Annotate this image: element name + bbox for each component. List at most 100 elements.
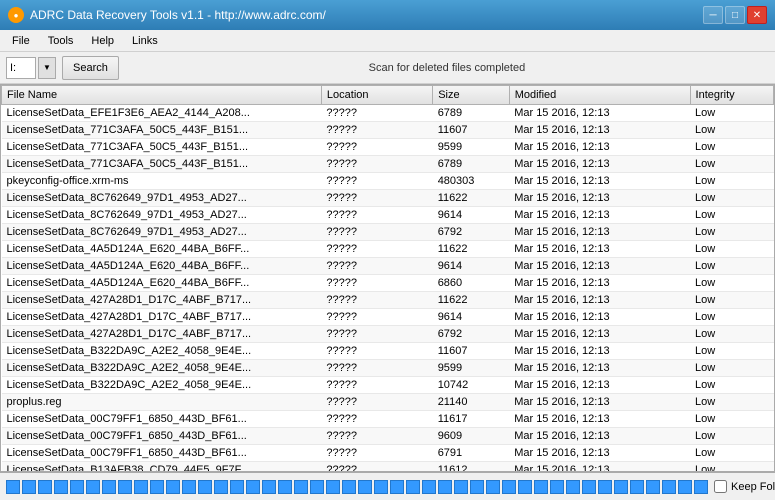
table-row[interactable]: LicenseSetData_B13AFB38_CD79_44E5_9F7F..… bbox=[2, 462, 774, 472]
table-cell: Low bbox=[690, 207, 773, 224]
table-row[interactable]: LicenseSetData_8C762649_97D1_4953_AD27..… bbox=[2, 224, 774, 241]
table-row[interactable]: LicenseSetData_00C79FF1_6850_443D_BF61..… bbox=[2, 445, 774, 462]
progress-segment bbox=[198, 480, 212, 494]
drive-combo[interactable]: ▼ bbox=[6, 57, 56, 79]
table-row[interactable]: proplus.reg?????21140Mar 15 2016, 12:13L… bbox=[2, 394, 774, 411]
table-cell: LicenseSetData_771C3AFA_50C5_443F_B151..… bbox=[2, 122, 322, 139]
progress-segment bbox=[230, 480, 244, 494]
table-row[interactable]: LicenseSetData_427A28D1_D17C_4ABF_B717..… bbox=[2, 309, 774, 326]
progress-segment bbox=[310, 480, 324, 494]
table-cell: ????? bbox=[321, 122, 432, 139]
maximize-button[interactable]: □ bbox=[725, 6, 745, 24]
col-header-location[interactable]: Location bbox=[321, 86, 432, 105]
col-header-filename[interactable]: File Name bbox=[2, 86, 322, 105]
table-cell: LicenseSetData_427A28D1_D17C_4ABF_B717..… bbox=[2, 292, 322, 309]
progress-segment bbox=[566, 480, 580, 494]
table-cell: Low bbox=[690, 173, 773, 190]
table-cell: ????? bbox=[321, 207, 432, 224]
table-cell: 9599 bbox=[433, 360, 510, 377]
menu-links[interactable]: Links bbox=[124, 33, 166, 49]
minimize-button[interactable]: ─ bbox=[703, 6, 723, 24]
progress-segment bbox=[534, 480, 548, 494]
col-header-integrity[interactable]: Integrity bbox=[690, 86, 773, 105]
drive-input[interactable] bbox=[6, 57, 36, 79]
table-row[interactable]: LicenseSetData_4A5D124A_E620_44BA_B6FF..… bbox=[2, 241, 774, 258]
table-cell: 9614 bbox=[433, 258, 510, 275]
table-row[interactable]: LicenseSetData_771C3AFA_50C5_443F_B151..… bbox=[2, 122, 774, 139]
progress-segment bbox=[598, 480, 612, 494]
progress-segment bbox=[438, 480, 452, 494]
table-row[interactable]: LicenseSetData_427A28D1_D17C_4ABF_B717..… bbox=[2, 326, 774, 343]
table-cell: 11617 bbox=[433, 411, 510, 428]
table-cell: 9614 bbox=[433, 309, 510, 326]
drive-dropdown-arrow[interactable]: ▼ bbox=[38, 57, 56, 79]
table-cell: LicenseSetData_4A5D124A_E620_44BA_B6FF..… bbox=[2, 258, 322, 275]
table-cell: proplus.reg bbox=[2, 394, 322, 411]
table-cell: LicenseSetData_8C762649_97D1_4953_AD27..… bbox=[2, 190, 322, 207]
table-cell: Low bbox=[690, 241, 773, 258]
table-row[interactable]: LicenseSetData_4A5D124A_E620_44BA_B6FF..… bbox=[2, 258, 774, 275]
table-cell: Low bbox=[690, 258, 773, 275]
table-cell: 11622 bbox=[433, 190, 510, 207]
app-icon: ● bbox=[8, 7, 24, 23]
search-button[interactable]: Search bbox=[62, 56, 119, 80]
table-row[interactable]: pkeyconfig-office.xrm-ms?????480303Mar 1… bbox=[2, 173, 774, 190]
menu-help[interactable]: Help bbox=[83, 33, 122, 49]
title-bar-controls[interactable]: ─ □ ✕ bbox=[703, 6, 767, 24]
table-cell: ????? bbox=[321, 139, 432, 156]
table-cell: 6789 bbox=[433, 156, 510, 173]
table-cell: Low bbox=[690, 309, 773, 326]
table-body: LicenseSetData_EFE1F3E6_AEA2_4144_A208..… bbox=[2, 105, 774, 472]
table-row[interactable]: LicenseSetData_8C762649_97D1_4953_AD27..… bbox=[2, 207, 774, 224]
table-cell: ????? bbox=[321, 292, 432, 309]
table-row[interactable]: LicenseSetData_427A28D1_D17C_4ABF_B717..… bbox=[2, 292, 774, 309]
table-row[interactable]: LicenseSetData_8C762649_97D1_4953_AD27..… bbox=[2, 190, 774, 207]
table-cell: ????? bbox=[321, 156, 432, 173]
progress-segment bbox=[150, 480, 164, 494]
table-cell: Mar 15 2016, 12:13 bbox=[509, 139, 690, 156]
progress-segment bbox=[502, 480, 516, 494]
menu-bar: File Tools Help Links bbox=[0, 30, 775, 52]
table-cell: 6792 bbox=[433, 224, 510, 241]
progress-segment bbox=[118, 480, 132, 494]
table-cell: LicenseSetData_B322DA9C_A2E2_4058_9E4E..… bbox=[2, 360, 322, 377]
table-row[interactable]: LicenseSetData_4A5D124A_E620_44BA_B6FF..… bbox=[2, 275, 774, 292]
menu-file[interactable]: File bbox=[4, 33, 38, 49]
table-row[interactable]: LicenseSetData_B322DA9C_A2E2_4058_9E4E..… bbox=[2, 377, 774, 394]
table-cell: ????? bbox=[321, 462, 432, 472]
progress-segment bbox=[582, 480, 596, 494]
col-header-modified[interactable]: Modified bbox=[509, 86, 690, 105]
table-cell: 9614 bbox=[433, 207, 510, 224]
progress-segment bbox=[630, 480, 644, 494]
table-row[interactable]: LicenseSetData_00C79FF1_6850_443D_BF61..… bbox=[2, 411, 774, 428]
table-cell: Low bbox=[690, 275, 773, 292]
table-cell: ????? bbox=[321, 360, 432, 377]
table-cell: Mar 15 2016, 12:13 bbox=[509, 156, 690, 173]
table-row[interactable]: LicenseSetData_771C3AFA_50C5_443F_B151..… bbox=[2, 139, 774, 156]
table-row[interactable]: LicenseSetData_EFE1F3E6_AEA2_4144_A208..… bbox=[2, 105, 774, 122]
menu-tools[interactable]: Tools bbox=[40, 33, 82, 49]
progress-segment bbox=[22, 480, 36, 494]
table-cell: LicenseSetData_EFE1F3E6_AEA2_4144_A208..… bbox=[2, 105, 322, 122]
table-row[interactable]: LicenseSetData_00C79FF1_6850_443D_BF61..… bbox=[2, 428, 774, 445]
table-cell: Mar 15 2016, 12:13 bbox=[509, 173, 690, 190]
table-cell: ????? bbox=[321, 309, 432, 326]
table-row[interactable]: LicenseSetData_B322DA9C_A2E2_4058_9E4E..… bbox=[2, 360, 774, 377]
table-cell: Mar 15 2016, 12:13 bbox=[509, 326, 690, 343]
table-cell: LicenseSetData_427A28D1_D17C_4ABF_B717..… bbox=[2, 326, 322, 343]
keep-folder-structure-checkbox[interactable] bbox=[714, 480, 727, 493]
keep-folder-structure-area[interactable]: Keep Folder Structure bbox=[714, 480, 775, 493]
progress-segment bbox=[422, 480, 436, 494]
table-cell: Mar 15 2016, 12:13 bbox=[509, 462, 690, 472]
table-cell: LicenseSetData_427A28D1_D17C_4ABF_B717..… bbox=[2, 309, 322, 326]
progress-segment bbox=[694, 480, 708, 494]
table-cell: ????? bbox=[321, 241, 432, 258]
table-cell: Low bbox=[690, 139, 773, 156]
table-row[interactable]: LicenseSetData_B322DA9C_A2E2_4058_9E4E..… bbox=[2, 343, 774, 360]
close-button[interactable]: ✕ bbox=[747, 6, 767, 24]
table-row[interactable]: LicenseSetData_771C3AFA_50C5_443F_B151..… bbox=[2, 156, 774, 173]
col-header-size[interactable]: Size bbox=[433, 86, 510, 105]
table-cell: ????? bbox=[321, 411, 432, 428]
table-cell: LicenseSetData_8C762649_97D1_4953_AD27..… bbox=[2, 224, 322, 241]
table-container[interactable]: File Name Location Size Modified Integri… bbox=[1, 85, 774, 471]
